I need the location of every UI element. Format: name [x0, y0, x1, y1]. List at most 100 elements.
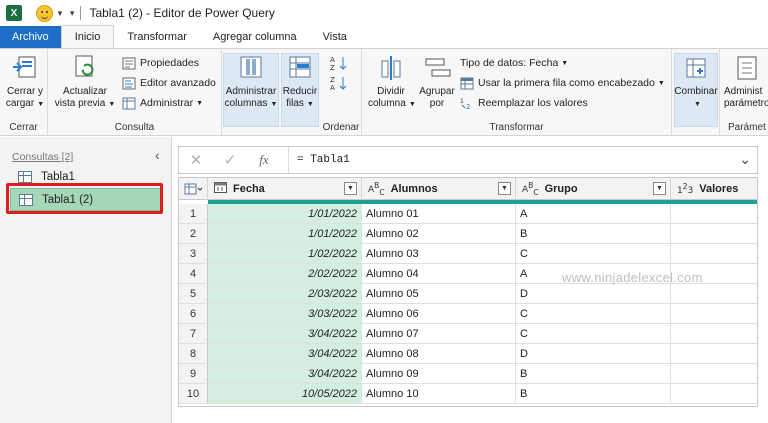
table-row: 7 3/04/2022 Alumno 07 C [179, 324, 757, 344]
window-title: Tabla1 (2) - Editor de Power Query [89, 6, 275, 20]
cell-alumno[interactable]: Alumno 02 [362, 224, 516, 244]
chevron-down-icon[interactable]: ▼ [56, 9, 64, 18]
split-column-button[interactable]: Dividir columna ▼ [368, 53, 416, 111]
cell-grupo[interactable]: D [516, 344, 671, 364]
manage-columns-label-2: columnas ▼ [224, 98, 278, 109]
tab-agregar-columna[interactable]: Agregar columna [200, 26, 310, 48]
group-by-button[interactable]: Agrupar por [416, 53, 458, 110]
cell-valor[interactable] [671, 284, 757, 304]
chevron-down-icon: ▼ [657, 79, 665, 87]
group-label-ordenar: Ordenar [322, 122, 360, 133]
cell-valor[interactable] [671, 304, 757, 324]
cell-alumno[interactable]: Alumno 06 [362, 304, 516, 324]
cell-grupo[interactable]: B [516, 364, 671, 384]
cell-valor[interactable] [671, 244, 757, 264]
use-first-row-headers-button[interactable]: Usar la primera fila como encabezado ▼ [460, 75, 665, 91]
ribbon: Cerrar y cargar ▼ Cerrar Actualizar vista… [0, 48, 768, 136]
cell-grupo[interactable]: B [516, 384, 671, 404]
columns-icon [236, 53, 266, 83]
cell-fecha[interactable]: 1/01/2022 [208, 204, 362, 224]
properties-label: Propiedades [140, 57, 199, 69]
filter-dropdown-icon[interactable]: ▼ [344, 182, 357, 195]
cell-alumno[interactable]: Alumno 04 [362, 264, 516, 284]
table-row: 6 3/03/2022 Alumno 06 C [179, 304, 757, 324]
cell-alumno[interactable]: Alumno 03 [362, 244, 516, 264]
cell-grupo[interactable]: C [516, 324, 671, 344]
column-header-valores[interactable]: 123 Valores [671, 178, 757, 200]
reduce-rows-label-2: filas ▼ [286, 98, 314, 109]
cancel-icon[interactable]: ✕ [179, 151, 213, 169]
cell-alumno[interactable]: Alumno 08 [362, 344, 516, 364]
cell-valor[interactable] [671, 384, 757, 404]
column-header-grupo[interactable]: ABC Grupo ▼ [516, 178, 671, 200]
cell-alumno[interactable]: Alumno 01 [362, 204, 516, 224]
tab-vista[interactable]: Vista [310, 26, 360, 48]
combine-button[interactable]: Combinar ▼ [674, 53, 718, 111]
chevron-down-icon[interactable]: ⌄ [739, 151, 751, 168]
reduce-rows-button[interactable]: Reducir filas ▼ [280, 53, 320, 111]
tab-archivo[interactable]: Archivo [0, 26, 61, 48]
table-row: 8 3/04/2022 Alumno 08 D [179, 344, 757, 364]
collapse-pane-icon[interactable]: ‹ [155, 147, 160, 163]
advanced-editor-button[interactable]: Editor avanzado [122, 75, 216, 91]
chevron-down-icon: ▼ [561, 59, 569, 67]
group-by-icon [422, 53, 452, 83]
cell-grupo[interactable]: B [516, 224, 671, 244]
cell-fecha[interactable]: 3/03/2022 [208, 304, 362, 324]
close-and-load-button[interactable]: Cerrar y cargar ▼ [4, 53, 46, 111]
cell-fecha[interactable]: 1/01/2022 [208, 224, 362, 244]
smiley-feedback-icon[interactable] [36, 4, 53, 22]
column-name: Fecha [233, 182, 265, 195]
manage-button[interactable]: Administrar ▼ [122, 95, 203, 111]
cell-grupo[interactable]: A [516, 204, 671, 224]
cell-valor[interactable] [671, 344, 757, 364]
cell-fecha[interactable]: 2/02/2022 [208, 264, 362, 284]
customize-toolbar-icon[interactable]: ▾ [70, 8, 75, 19]
row-number: 3 [179, 244, 208, 264]
replace-values-button[interactable]: 12 Reemplazar los valores [460, 95, 588, 111]
cell-alumno[interactable]: Alumno 05 [362, 284, 516, 304]
manage-columns-button[interactable]: Administrar columnas ▼ [222, 53, 280, 111]
column-header-alumnos[interactable]: ABC Alumnos ▼ [362, 178, 516, 200]
cell-valor[interactable] [671, 364, 757, 384]
cell-fecha[interactable]: 3/04/2022 [208, 344, 362, 364]
cell-fecha[interactable]: 3/04/2022 [208, 324, 362, 344]
cell-grupo[interactable]: C [516, 244, 671, 264]
cell-alumno[interactable]: Alumno 10 [362, 384, 516, 404]
confirm-icon[interactable]: ✓ [213, 151, 247, 169]
cell-valor[interactable] [671, 324, 757, 344]
manage-parameters-button[interactable]: Administ parámetro [724, 53, 768, 110]
cell-grupo[interactable]: D [516, 284, 671, 304]
table-menu-button[interactable] [179, 178, 208, 200]
row-number: 9 [179, 364, 208, 384]
reduce-rows-label-1: Reducir [282, 86, 318, 97]
cell-fecha[interactable]: 1/02/2022 [208, 244, 362, 264]
table-row: 2 1/01/2022 Alumno 02 B [179, 224, 757, 244]
fx-icon[interactable]: fx [247, 152, 281, 168]
sort-descending-button[interactable]: ZA [330, 75, 350, 91]
data-type-dropdown[interactable]: Tipo de datos: Fecha ▼ [460, 55, 568, 71]
cell-alumno[interactable]: Alumno 07 [362, 324, 516, 344]
column-header-fecha[interactable]: Fecha ▼ [208, 178, 362, 200]
cell-fecha[interactable]: 2/03/2022 [208, 284, 362, 304]
cell-grupo[interactable]: C [516, 304, 671, 324]
cell-fecha[interactable]: 3/04/2022 [208, 364, 362, 384]
svg-text:A: A [330, 84, 335, 91]
queries-pane: Consultas [2] ‹ Tabla1 Tabla1 (2) [0, 137, 172, 423]
refresh-preview-button[interactable]: Actualizar vista previa ▼ [52, 53, 118, 111]
tab-transformar[interactable]: Transformar [114, 26, 200, 48]
watermark: www.ninjadelexcel.com [562, 270, 703, 285]
filter-dropdown-icon[interactable]: ▼ [498, 182, 511, 195]
properties-button[interactable]: Propiedades [122, 55, 199, 71]
tab-inicio[interactable]: Inicio [60, 25, 115, 48]
cell-valor[interactable] [671, 204, 757, 224]
row-number: 4 [179, 264, 208, 284]
formula-input[interactable]: = Tabla1 [288, 147, 728, 173]
cell-fecha[interactable]: 10/05/2022 [208, 384, 362, 404]
sort-ascending-button[interactable]: AZ [330, 55, 350, 71]
filter-dropdown-icon[interactable]: ▼ [653, 182, 666, 195]
row-number: 1 [179, 204, 208, 224]
cell-alumno[interactable]: Alumno 09 [362, 364, 516, 384]
split-column-label-1: Dividir [377, 86, 405, 97]
cell-valor[interactable] [671, 224, 757, 244]
